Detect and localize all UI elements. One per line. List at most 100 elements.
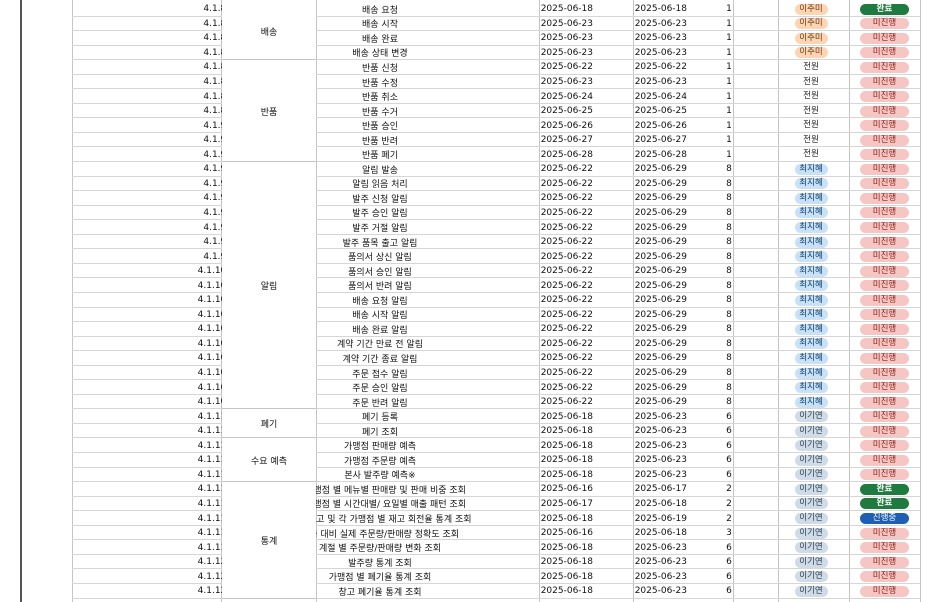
status-cell[interactable]: 미진행 bbox=[855, 162, 914, 177]
owner-cell[interactable]: 이기연 bbox=[779, 584, 843, 599]
status-chip[interactable]: 미진행 bbox=[860, 91, 909, 103]
owner-cell[interactable]: 이기연 bbox=[779, 409, 843, 424]
duration-cell[interactable]: 1 bbox=[722, 60, 736, 75]
end-date-cell[interactable]: 2025-06-29 bbox=[564, 191, 688, 206]
task-id-cell[interactable]: 4.1.120 bbox=[72, 555, 239, 570]
status-chip[interactable]: 미진행 bbox=[860, 367, 909, 379]
owner-chip[interactable]: 이기연 bbox=[794, 556, 828, 568]
owner-chip[interactable]: 이기연 bbox=[794, 440, 828, 452]
owner-chip[interactable]: 최지혜 bbox=[794, 280, 828, 292]
table-row[interactable]: 4.1.115 각 가맹점 별 메뉴별 판매량 및 판매 비중 조회 2025-06… bbox=[22, 482, 920, 497]
status-chip[interactable]: 미진행 bbox=[860, 18, 909, 30]
status-cell[interactable]: 미진행 bbox=[855, 555, 914, 570]
status-cell[interactable]: 미진행 bbox=[855, 322, 914, 337]
status-chip[interactable]: 미진행 bbox=[860, 265, 909, 277]
task-id-cell[interactable]: 4.1.90 bbox=[72, 118, 239, 133]
table-row[interactable]: 4.1.85 배송 상태 변경 2025-06-23 2025-06-23 1 이주미 미진… bbox=[22, 46, 920, 61]
task-id-cell[interactable]: 4.1.119 bbox=[72, 540, 239, 555]
end-date-cell[interactable]: 2025-06-29 bbox=[564, 220, 688, 235]
status-cell[interactable]: 미진행 bbox=[855, 118, 914, 133]
status-cell[interactable]: 미진행 bbox=[855, 409, 914, 424]
status-cell[interactable]: 미진행 bbox=[855, 380, 914, 395]
owner-chip[interactable]: 최지혜 bbox=[794, 367, 828, 379]
end-date-cell[interactable]: 2025-06-29 bbox=[564, 249, 688, 264]
status-cell[interactable]: 미진행 bbox=[855, 249, 914, 264]
duration-cell[interactable]: 8 bbox=[722, 351, 736, 366]
status-cell[interactable]: 미진행 bbox=[855, 439, 914, 454]
owner-cell[interactable]: 최지혜 bbox=[779, 337, 843, 352]
table-row[interactable]: 4.1.111 폐기 조회 2025-06-18 2025-06-23 6 이기연 미진행 bbox=[22, 424, 920, 439]
owner-cell[interactable]: 최지혜 bbox=[779, 366, 843, 381]
end-date-cell[interactable]: 2025-06-18 bbox=[564, 2, 688, 17]
owner-cell[interactable]: 이기연 bbox=[779, 468, 843, 483]
duration-cell[interactable]: 6 bbox=[722, 409, 736, 424]
end-date-cell[interactable]: 2025-06-25 bbox=[564, 104, 688, 119]
owner-chip[interactable]: 최지혜 bbox=[794, 352, 828, 364]
duration-cell[interactable]: 8 bbox=[722, 162, 736, 177]
duration-cell[interactable]: 8 bbox=[722, 249, 736, 264]
table-row[interactable]: 4.1.122 창고 폐기율 통계 조회 2025-06-18 2025-06-23 6… bbox=[22, 584, 920, 599]
owner-cell[interactable]: 최지혜 bbox=[779, 177, 843, 192]
task-id-cell[interactable]: 4.1.85 bbox=[72, 46, 239, 61]
duration-cell[interactable]: 2 bbox=[722, 511, 736, 526]
duration-cell[interactable]: 6 bbox=[722, 468, 736, 483]
owner-chip[interactable]: 최지혜 bbox=[794, 265, 828, 277]
end-date-cell[interactable]: 2025-06-22 bbox=[564, 60, 688, 75]
owner-chip[interactable]: 전원 bbox=[795, 106, 828, 117]
status-chip[interactable]: 미진행 bbox=[860, 294, 909, 306]
task-id-cell[interactable]: 4.1.84 bbox=[72, 31, 239, 46]
end-date-cell[interactable]: 2025-06-29 bbox=[564, 366, 688, 381]
task-id-cell[interactable]: 4.1.109 bbox=[72, 395, 239, 410]
owner-cell[interactable]: 최지혜 bbox=[779, 380, 843, 395]
end-date-cell[interactable]: 2025-06-29 bbox=[564, 235, 688, 250]
spreadsheet-grid[interactable]: 4.1.82 배송 요청 2025-06-18 2025-06-18 1 이주미 완료 4.1… bbox=[0, 0, 926, 602]
end-date-cell[interactable]: 2025-06-29 bbox=[564, 278, 688, 293]
duration-cell[interactable]: 6 bbox=[722, 569, 736, 584]
status-chip[interactable]: 미진행 bbox=[860, 323, 909, 335]
status-chip[interactable]: 미진행 bbox=[860, 382, 909, 394]
owner-chip[interactable]: 최지혜 bbox=[794, 396, 828, 408]
task-id-cell[interactable]: 4.1.83 bbox=[72, 17, 239, 32]
table-row[interactable]: 4.1.89 반품 수거 2025-06-25 2025-06-25 1 전원 미진행 bbox=[22, 104, 920, 119]
owner-chip[interactable]: 전원 bbox=[795, 62, 828, 73]
status-cell[interactable]: 완료 bbox=[855, 2, 914, 17]
status-chip[interactable]: 미진행 bbox=[860, 425, 909, 437]
status-cell[interactable]: 미진행 bbox=[855, 177, 914, 192]
owner-chip[interactable]: 이기연 bbox=[794, 527, 828, 539]
owner-chip[interactable]: 이기연 bbox=[794, 425, 828, 437]
status-cell[interactable]: 미진행 bbox=[855, 453, 914, 468]
owner-chip[interactable]: 최지혜 bbox=[794, 163, 828, 175]
status-chip[interactable]: 미진행 bbox=[860, 134, 909, 146]
table-row[interactable]: 4.1.92 반품 폐기 2025-06-28 2025-06-28 1 전원 미진행 bbox=[22, 148, 920, 163]
table-row[interactable]: 4.1.104 배송 완료 알림 2025-06-22 2025-06-29 8 최지혜 미… bbox=[22, 322, 920, 337]
owner-cell[interactable]: 이기연 bbox=[779, 555, 843, 570]
duration-cell[interactable]: 8 bbox=[722, 395, 736, 410]
duration-cell[interactable]: 6 bbox=[722, 453, 736, 468]
owner-chip[interactable]: 이기연 bbox=[794, 469, 828, 481]
duration-cell[interactable]: 6 bbox=[722, 424, 736, 439]
status-chip[interactable]: 미진행 bbox=[860, 556, 909, 568]
status-chip[interactable]: 미진행 bbox=[860, 222, 909, 234]
owner-cell[interactable]: 전원 bbox=[779, 104, 843, 119]
status-chip[interactable]: 미진행 bbox=[860, 61, 909, 73]
task-id-cell[interactable]: 4.1.100 bbox=[72, 264, 239, 279]
duration-cell[interactable]: 1 bbox=[722, 148, 736, 163]
owner-chip[interactable]: 이기연 bbox=[794, 498, 828, 510]
status-chip[interactable]: 미진행 bbox=[860, 440, 909, 452]
table-row[interactable]: 4.1.90 반품 승인 2025-06-26 2025-06-26 1 전원 미진행 bbox=[22, 118, 920, 133]
task-id-cell[interactable]: 4.1.107 bbox=[72, 366, 239, 381]
owner-cell[interactable]: 최지혜 bbox=[779, 162, 843, 177]
owner-cell[interactable]: 전원 bbox=[779, 75, 843, 90]
status-cell[interactable]: 미진행 bbox=[855, 366, 914, 381]
owner-cell[interactable]: 최지혜 bbox=[779, 206, 843, 221]
category-cell[interactable]: 수요 예측 bbox=[222, 439, 316, 483]
task-id-cell[interactable]: 4.1.111 bbox=[72, 424, 239, 439]
status-chip[interactable]: 미진행 bbox=[860, 76, 909, 88]
owner-chip[interactable]: 최지혜 bbox=[794, 178, 828, 190]
owner-cell[interactable]: 최지혜 bbox=[779, 249, 843, 264]
duration-cell[interactable]: 8 bbox=[722, 380, 736, 395]
end-date-cell[interactable]: 2025-06-23 bbox=[564, 453, 688, 468]
status-cell[interactable]: 미진행 bbox=[855, 75, 914, 90]
owner-cell[interactable]: 이기연 bbox=[779, 511, 843, 526]
owner-cell[interactable]: 이기연 bbox=[779, 497, 843, 512]
